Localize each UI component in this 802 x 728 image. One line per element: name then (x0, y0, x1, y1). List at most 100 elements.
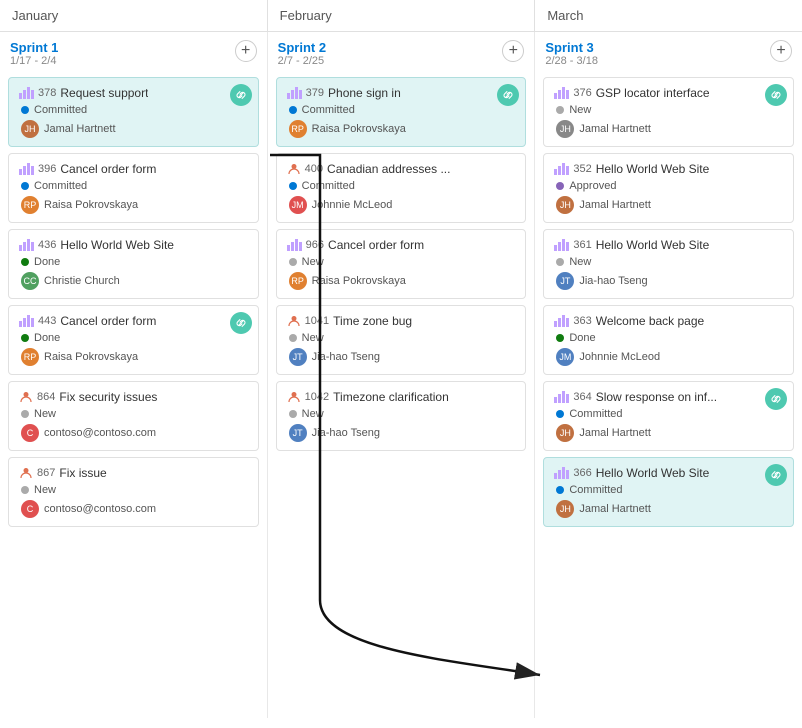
card-number: 400 (305, 163, 323, 175)
link-badge[interactable] (230, 84, 252, 106)
status-dot (556, 410, 564, 418)
card-top: 867 Fix issue (19, 466, 248, 480)
avatar: JT (289, 424, 307, 442)
task-card[interactable]: 443 Cancel order form Done RP Raisa Pokr… (8, 305, 259, 375)
task-card[interactable]: 436 Hello World Web Site Done CC Christi… (8, 229, 259, 299)
sprint-2-cards: 379 Phone sign in Committed RP Raisa Pok… (276, 77, 527, 451)
card-top: 396 Cancel order form (19, 162, 248, 176)
task-card[interactable]: 966 Cancel order form New RP Raisa Pokro… (276, 229, 527, 299)
task-card[interactable]: 352 Hello World Web Site Approved JH Jam… (543, 153, 794, 223)
status-text: New (34, 484, 56, 496)
status-dot (21, 258, 29, 266)
task-card[interactable]: 400 Canadian addresses ... Committed JM … (276, 153, 527, 223)
assignee-name: Jamal Hartnett (579, 123, 651, 135)
card-assignee: JT Jia-hao Tseng (287, 424, 516, 442)
card-title: Welcome back page (596, 314, 705, 328)
status-text: New (569, 104, 591, 116)
task-card[interactable]: 364 Slow response on inf... Committed JH… (543, 381, 794, 451)
sprint-3-add-button[interactable]: + (770, 40, 792, 62)
avatar: JH (556, 120, 574, 138)
link-badge[interactable] (765, 84, 787, 106)
status-text: Done (34, 256, 60, 268)
task-card[interactable]: 361 Hello World Web Site New JT Jia-hao … (543, 229, 794, 299)
assignee-name: Johnnie McLeod (579, 351, 660, 363)
link-badge[interactable] (230, 312, 252, 334)
card-status: New (19, 484, 248, 496)
task-card[interactable]: 366 Hello World Web Site Committed JH Ja… (543, 457, 794, 527)
card-assignee: JH Jamal Hartnett (19, 120, 248, 138)
link-badge[interactable] (497, 84, 519, 106)
card-title: Slow response on inf... (596, 390, 717, 404)
card-number: 361 (573, 239, 591, 251)
card-title: Hello World Web Site (60, 238, 174, 252)
task-card[interactable]: 378 Request support Committed JH Jamal H… (8, 77, 259, 147)
card-assignee: RP Raisa Pokrovskaya (287, 272, 516, 290)
status-dot (289, 106, 297, 114)
card-title: GSP locator interface (596, 86, 710, 100)
status-text: New (302, 256, 324, 268)
link-badge[interactable] (765, 388, 787, 410)
card-status: Done (19, 332, 248, 344)
card-top: 864 Fix security issues (19, 390, 248, 404)
sprint-3-title: Sprint 3 (545, 40, 598, 55)
grid-icon (554, 467, 569, 479)
card-number: 867 (37, 467, 55, 479)
sprint-2-add-button[interactable]: + (502, 40, 524, 62)
status-dot (21, 182, 29, 190)
card-top: 361 Hello World Web Site (554, 238, 783, 252)
card-assignee: RP Raisa Pokrovskaya (287, 120, 516, 138)
card-title: Time zone bug (333, 314, 412, 328)
task-card[interactable]: 396 Cancel order form Committed RP Raisa… (8, 153, 259, 223)
sprint-3-column: Sprint 3 2/28 - 3/18 + 376 GSP locator i… (535, 32, 802, 718)
grid-icon (287, 87, 302, 99)
grid-icon (554, 87, 569, 99)
status-text: New (34, 408, 56, 420)
card-top: 400 Canadian addresses ... (287, 162, 516, 176)
status-text: New (302, 408, 324, 420)
month-february: February (268, 0, 536, 31)
card-title: Hello World Web Site (596, 162, 710, 176)
card-number: 864 (37, 391, 55, 403)
sprint-1-column: Sprint 1 1/17 - 2/4 + 378 Request suppor… (0, 32, 268, 718)
sprint-1-cards: 378 Request support Committed JH Jamal H… (8, 77, 259, 527)
month-march: March (535, 0, 802, 31)
status-dot (21, 334, 29, 342)
sprint-1-dates: 1/17 - 2/4 (10, 55, 58, 67)
status-text: Committed (569, 408, 622, 420)
card-title: Fix issue (59, 466, 106, 480)
person-icon (287, 162, 301, 176)
card-title: Request support (60, 86, 148, 100)
link-badge[interactable] (765, 464, 787, 486)
task-card[interactable]: 1042 Timezone clarification New JT Jia-h… (276, 381, 527, 451)
assignee-name: contoso@contoso.com (44, 503, 156, 515)
card-status: Committed (287, 104, 516, 116)
task-card[interactable]: 379 Phone sign in Committed RP Raisa Pok… (276, 77, 527, 147)
sprint-2-header: Sprint 2 2/7 - 2/25 + (276, 40, 527, 67)
card-status: New (19, 408, 248, 420)
card-assignee: CC Christie Church (19, 272, 248, 290)
card-assignee: RP Raisa Pokrovskaya (19, 196, 248, 214)
task-card[interactable]: 867 Fix issue New C contoso@contoso.com (8, 457, 259, 527)
card-status: New (554, 104, 783, 116)
task-card[interactable]: 1041 Time zone bug New JT Jia-hao Tseng (276, 305, 527, 375)
card-top: 352 Hello World Web Site (554, 162, 783, 176)
card-status: Approved (554, 180, 783, 192)
task-card[interactable]: 363 Welcome back page Done JM Johnnie Mc… (543, 305, 794, 375)
assignee-name: Jamal Hartnett (579, 427, 651, 439)
sprint-1-add-button[interactable]: + (235, 40, 257, 62)
month-january: January (0, 0, 268, 31)
avatar: JH (556, 196, 574, 214)
card-title: Canadian addresses ... (327, 162, 450, 176)
task-card[interactable]: 376 GSP locator interface New JH Jamal H… (543, 77, 794, 147)
avatar: CC (21, 272, 39, 290)
card-top: 1042 Timezone clarification (287, 390, 516, 404)
month-headers: January February March (0, 0, 802, 32)
card-top: 966 Cancel order form (287, 238, 516, 252)
status-dot (289, 182, 297, 190)
sprint-3-header: Sprint 3 2/28 - 3/18 + (543, 40, 794, 67)
status-dot (21, 106, 29, 114)
task-card[interactable]: 864 Fix security issues New C contoso@co… (8, 381, 259, 451)
card-status: New (554, 256, 783, 268)
status-text: Committed (34, 180, 87, 192)
card-title: Cancel order form (60, 162, 156, 176)
